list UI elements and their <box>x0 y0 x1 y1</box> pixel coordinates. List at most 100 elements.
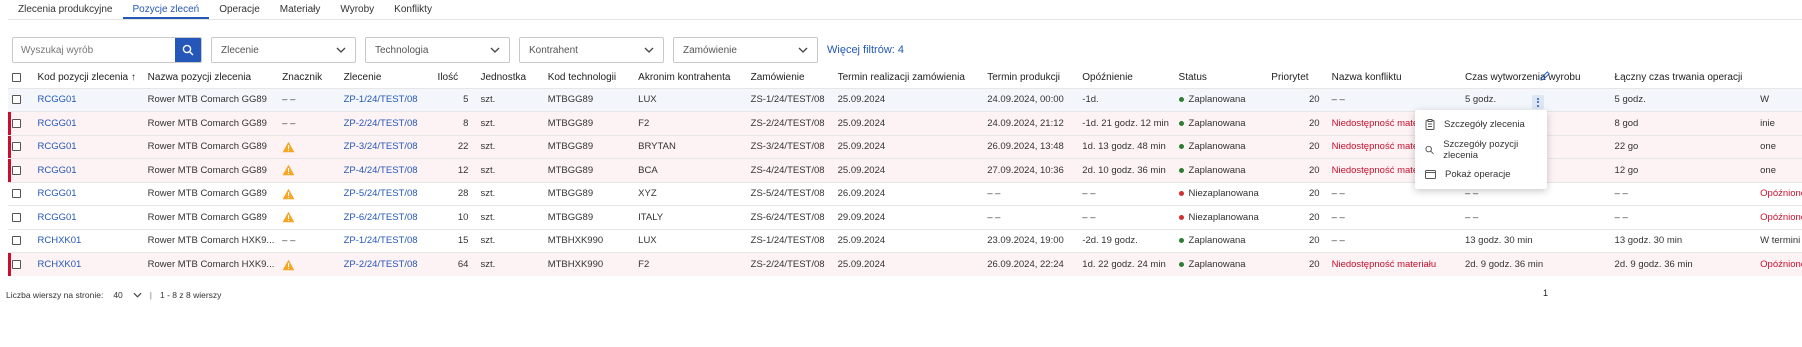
filter-contractor-select[interactable]: Kontrahent <box>519 37 664 63</box>
row-context-menu: Szczegóły zlecenia Szczegóły pozycji zle… <box>1415 110 1547 189</box>
select-all-checkbox[interactable] <box>12 73 21 83</box>
search-box <box>12 37 202 63</box>
tab-production-orders[interactable]: Zlecenia produkcyjne <box>8 0 123 19</box>
priority: 20 <box>1267 252 1328 276</box>
item-code-link[interactable]: RCGG01 <box>33 158 144 182</box>
marker-cell: – – <box>278 228 340 253</box>
item-code-link[interactable]: RCHXK01 <box>33 252 144 276</box>
filter-purchase-order-select[interactable]: Zamówienie <box>673 37 818 63</box>
row-checkbox[interactable] <box>12 165 21 175</box>
row-actions-button[interactable] <box>1532 95 1544 109</box>
filter-technology-select[interactable]: Technologia <box>365 37 510 63</box>
priority: 20 <box>1267 134 1328 159</box>
order-link[interactable]: ZP-1/24/TEST/08 <box>339 87 434 112</box>
tab-materials[interactable]: Materiały <box>270 0 331 19</box>
item-code-link[interactable]: RCGG01 <box>33 87 144 112</box>
table-row[interactable]: RCHXK01 Rower MTB Comarch HXK9... ZP-2/24/… <box>8 252 1802 276</box>
filter-order-select[interactable]: Zlecenie <box>211 37 356 63</box>
item-code-link[interactable]: RCHXK01 <box>33 228 144 253</box>
column-header[interactable]: Termin realizacji zamówienia <box>834 68 984 88</box>
status-dot <box>1178 97 1184 103</box>
column-header[interactable]: Ilość <box>434 68 477 88</box>
menu-order-details[interactable]: Szczegóły zlecenia <box>1415 112 1547 137</box>
status-cell: Zaplanowana <box>1174 134 1268 159</box>
order-link[interactable]: ZP-1/24/TEST/08 <box>339 228 434 253</box>
order-link[interactable]: ZP-2/24/TEST/08 <box>339 111 434 135</box>
purchase-order: ZS-3/24/TEST/08 <box>746 134 834 159</box>
column-header[interactable]: Kod technologii <box>544 68 634 88</box>
search-button[interactable] <box>175 38 201 62</box>
row-checkbox[interactable] <box>12 259 21 269</box>
order-link[interactable]: ZP-3/24/TEST/08 <box>339 134 434 159</box>
item-name: Rower MTB Comarch HXK9... <box>143 228 279 253</box>
row-checkbox[interactable] <box>12 142 21 152</box>
contractor: BRYTAN <box>634 134 747 159</box>
filter-technology-label: Technologia <box>375 44 429 56</box>
column-header[interactable]: Czas wytworzenia wyrobu <box>1461 68 1611 88</box>
select-cell <box>8 111 34 135</box>
more-filters-link[interactable]: Więcej filtrów: 4 <box>827 44 904 56</box>
status-text: Niezaplanowana <box>1188 211 1259 223</box>
item-code-link[interactable]: RCGG01 <box>33 205 144 229</box>
table-row[interactable]: RCHXK01 Rower MTB Comarch HXK9... – – ZP-1/… <box>8 228 1802 253</box>
item-code-link[interactable]: RCGG01 <box>33 134 144 159</box>
sort-asc-icon: ↑ <box>130 72 136 84</box>
production-date: 27.09.2024, 10:36 <box>983 158 1079 182</box>
menu-show-operations[interactable]: Pokaż operacje <box>1415 162 1547 187</box>
marker-text: – – <box>282 235 296 247</box>
order-link[interactable]: ZP-5/24/TEST/08 <box>339 181 434 206</box>
row-checkbox[interactable] <box>12 118 21 128</box>
item-code-link[interactable]: RCGG01 <box>33 181 144 206</box>
column-header[interactable]: Status <box>1175 68 1268 88</box>
item-code-link[interactable]: RCGG01 <box>33 111 144 135</box>
column-header[interactable]: Nazwa pozycji zlecenia <box>144 68 279 88</box>
column-header[interactable]: Kod pozycji zlecenia ↑ <box>34 68 144 88</box>
rows-per-page-label: Liczba wierszy na stronie: <box>6 290 104 300</box>
tab-operations[interactable]: Operacje <box>209 0 270 19</box>
order-link[interactable]: ZP-4/24/TEST/08 <box>339 158 434 182</box>
filter-bar: Zlecenie Technologia Kontrahent Zamówien… <box>12 36 904 64</box>
technology-code: MTBHXK990 <box>543 228 635 253</box>
unit: szt. <box>476 252 544 276</box>
warning-icon <box>282 165 295 176</box>
column-header[interactable]: Znacznik <box>278 68 339 88</box>
row-checkbox[interactable] <box>12 236 21 246</box>
delay: – – <box>1078 181 1175 206</box>
column-header[interactable]: Opóźnienie <box>1078 68 1174 88</box>
column-header[interactable]: Zlecenie <box>340 68 434 88</box>
item-name: Rower MTB Comarch HXK9... <box>143 252 279 276</box>
column-header[interactable]: Jednostka <box>476 68 543 88</box>
item-name: Rower MTB Comarch GG89 <box>143 111 279 135</box>
po-due-date: 25.09.2024 <box>833 252 984 276</box>
order-link[interactable]: ZP-2/24/TEST/08 <box>339 252 434 276</box>
status-dot <box>1178 238 1184 244</box>
column-header[interactable]: Akronim kontrahenta <box>634 68 746 88</box>
po-due-date: 25.09.2024 <box>833 111 984 135</box>
rows-per-page-select[interactable]: 40 <box>113 290 142 300</box>
row-checkbox[interactable] <box>12 95 21 105</box>
quantity: 28 <box>433 181 477 206</box>
order-link[interactable]: ZP-6/24/TEST/08 <box>339 205 434 229</box>
tab-products[interactable]: Wyroby <box>330 0 384 19</box>
marker-cell: – – <box>278 111 340 135</box>
tab-order-items[interactable]: Pozycje zleceń <box>122 0 210 19</box>
chevron-down-icon <box>336 47 346 53</box>
menu-order-item-details[interactable]: Szczegóły pozycji zlecenia <box>1415 137 1547 162</box>
column-header[interactable]: Termin produkcji <box>983 68 1078 88</box>
pencil-icon[interactable] <box>1539 70 1551 82</box>
column-header[interactable]: Nazwa konfliktu <box>1328 68 1461 88</box>
status-cell: Zaplanowana <box>1174 228 1268 253</box>
unit: szt. <box>476 87 544 112</box>
search-input[interactable] <box>13 38 175 62</box>
row-checkbox[interactable] <box>12 212 21 222</box>
column-header[interactable]: Zamówienie <box>747 68 834 88</box>
pagination-footer: Liczba wierszy na stronie: 40 | 1 - 8 z … <box>6 288 221 302</box>
row-checkbox[interactable] <box>12 189 21 199</box>
column-header[interactable]: Łączny czas trwania operacji <box>1611 68 1761 88</box>
table-row[interactable]: RCGG01 Rower MTB Comarch GG89 ZP-6/24/TEST… <box>8 205 1802 229</box>
tab-conflicts[interactable]: Konflikty <box>384 0 442 19</box>
column-header[interactable]: Priorytet <box>1267 68 1327 88</box>
delivery-status: Opóźnione <box>1760 205 1802 229</box>
delay: 1d. 13 godz. 48 min <box>1078 134 1175 159</box>
page-number[interactable]: 1 <box>1543 288 1548 298</box>
